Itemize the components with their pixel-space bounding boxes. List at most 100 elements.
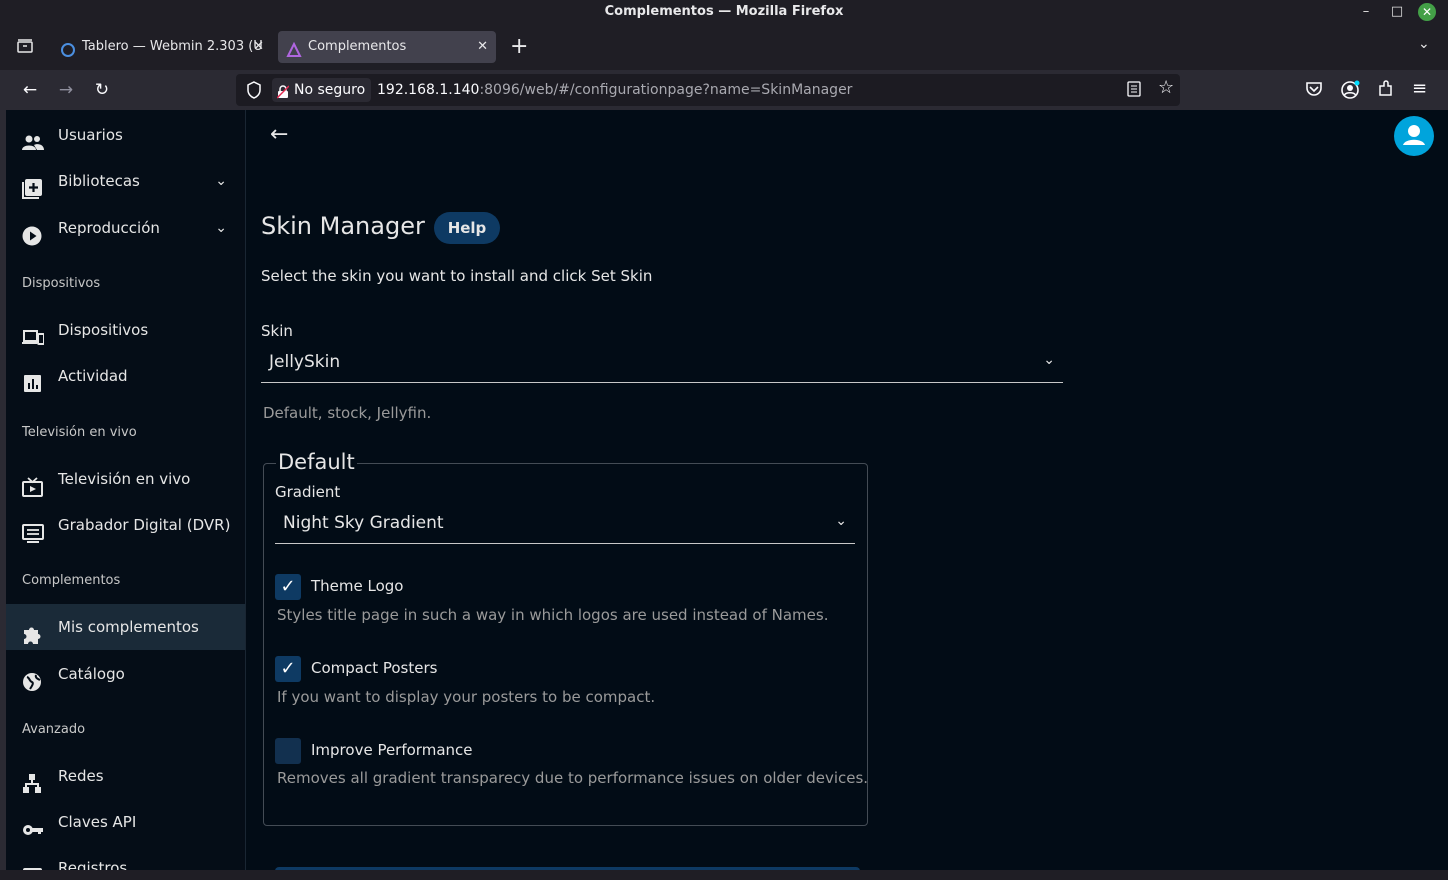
sidebar-item-label: Registros	[58, 859, 128, 870]
menu-icon[interactable]: ≡	[1412, 78, 1427, 99]
chevron-down-icon: ⌄	[1043, 352, 1055, 368]
compact-posters-checkbox[interactable]: ✓	[275, 656, 301, 682]
back-arrow-icon[interactable]: ←	[270, 122, 288, 147]
skin-select[interactable]: JellySkin ⌄	[261, 352, 1063, 383]
insecure-lock-icon	[276, 83, 290, 107]
sidebar: Usuarios Bibliotecas ⌄ Reproducción ⌄ Di…	[6, 110, 246, 870]
page-content: Usuarios Bibliotecas ⌄ Reproducción ⌄ Di…	[6, 110, 1448, 870]
tracking-shield-icon[interactable]	[246, 81, 262, 103]
window-title: Complementos — Mozilla Firefox	[0, 0, 1448, 24]
user-icon	[1403, 125, 1425, 145]
forward-icon[interactable]: →	[54, 78, 78, 102]
url-bar[interactable]: No seguro 192.168.1.140:8096/web/#/confi…	[236, 74, 1180, 106]
sidebar-item-claves-api[interactable]: Claves API	[6, 799, 245, 845]
theme-logo-description: Styles title page in such a way in which…	[277, 606, 829, 624]
sidebar-item-actividad[interactable]: Actividad	[6, 353, 245, 399]
user-avatar[interactable]	[1394, 116, 1434, 156]
tab-complementos[interactable]: Complementos ✕	[278, 31, 496, 63]
improve-performance-label: Improve Performance	[311, 741, 473, 759]
sidebar-item-label: Actividad	[58, 367, 128, 385]
security-indicator[interactable]: No seguro	[272, 78, 372, 102]
fieldset-legend: Default	[276, 450, 357, 474]
sidebar-item-label: Usuarios	[58, 126, 123, 144]
theme-logo-label: Theme Logo	[311, 577, 404, 595]
sidebar-item-mis-complementos[interactable]: Mis complementos	[6, 604, 245, 650]
window-bottom-border	[0, 870, 1448, 880]
puzzle-icon	[22, 617, 44, 644]
dvr-icon	[22, 515, 44, 543]
chevron-down-icon: ⌄	[835, 513, 847, 529]
account-icon[interactable]	[1340, 80, 1360, 104]
chevron-down-icon[interactable]: ⌄	[215, 158, 227, 204]
compact-posters-label: Compact Posters	[311, 659, 438, 677]
tab-label: Complementos	[308, 39, 407, 54]
sidebar-item-registros[interactable]: Registros	[6, 845, 245, 870]
compact-posters-description: If you want to display your posters to b…	[277, 688, 656, 706]
bookmark-star-icon[interactable]: ☆	[1158, 77, 1174, 98]
close-window-icon[interactable]: ✕	[1418, 3, 1436, 21]
help-button[interactable]: Help	[434, 212, 500, 244]
tab-bar: Tablero — Webmin 2.303 (U ✕ Complementos…	[0, 24, 1448, 70]
sidebar-item-usuarios[interactable]: Usuarios	[6, 112, 245, 158]
key-icon	[22, 812, 44, 835]
logs-icon	[22, 858, 44, 870]
close-tab-icon[interactable]: ✕	[477, 31, 488, 63]
improve-performance-checkbox[interactable]	[275, 738, 301, 764]
jellyfin-favicon-icon	[286, 39, 302, 57]
intro-text: Select the skin you want to install and …	[261, 267, 653, 285]
gradient-label: Gradient	[275, 483, 341, 501]
tab-manager-icon[interactable]	[16, 38, 34, 54]
sidebar-item-dispositivos[interactable]: Dispositivos	[6, 307, 245, 353]
gradient-select-value: Night Sky Gradient	[283, 513, 444, 533]
sidebar-section-heading: Avanzado	[22, 722, 86, 737]
activity-chart-icon	[22, 366, 44, 392]
sidebar-section-heading: Televisión en vivo	[22, 425, 137, 440]
theme-logo-checkbox[interactable]: ✓	[275, 574, 301, 600]
sidebar-item-label: Redes	[58, 767, 104, 785]
live-tv-icon	[22, 469, 44, 497]
url-path: :8096/web/#/configurationpage?name=SkinM…	[479, 82, 853, 98]
sidebar-item-reproduccion[interactable]: Reproducción ⌄	[6, 205, 245, 251]
extensions-icon[interactable]	[1376, 80, 1394, 102]
back-icon[interactable]: ←	[18, 78, 42, 102]
sidebar-section-heading: Complementos	[22, 573, 121, 588]
sidebar-item-catalogo[interactable]: Catálogo	[6, 651, 245, 697]
sidebar-item-bibliotecas[interactable]: Bibliotecas ⌄	[6, 158, 245, 204]
chevron-down-icon[interactable]: ⌄	[215, 205, 227, 251]
skin-label: Skin	[261, 322, 293, 340]
reload-icon[interactable]: ↻	[90, 78, 114, 102]
sidebar-item-television-en-vivo[interactable]: Televisión en vivo	[6, 456, 245, 502]
maximize-icon[interactable]: □	[1386, 0, 1408, 24]
url-host: 192.168.1.140	[377, 82, 480, 98]
minimize-icon[interactable]: –	[1355, 0, 1377, 24]
sidebar-item-label: Claves API	[58, 813, 137, 831]
gradient-select[interactable]: Night Sky Gradient ⌄	[275, 513, 855, 544]
reader-view-icon[interactable]	[1127, 80, 1141, 102]
navigation-toolbar: ← → ↻ No seguro 192.168.1.140:8096/web/#…	[6, 70, 1448, 110]
sidebar-item-redes[interactable]: Redes	[6, 753, 245, 799]
skin-select-value: JellySkin	[269, 352, 341, 372]
sidebar-item-label: Dispositivos	[58, 321, 149, 339]
library-add-icon	[22, 171, 44, 199]
pocket-icon[interactable]	[1305, 80, 1323, 102]
url-text[interactable]: 192.168.1.140:8096/web/#/configurationpa…	[377, 74, 852, 106]
globe-icon	[22, 664, 44, 691]
new-tab-icon[interactable]: +	[510, 34, 528, 59]
users-icon	[22, 125, 44, 150]
devices-icon	[22, 320, 45, 345]
tab-label: Tablero — Webmin 2.303 (U	[82, 39, 263, 54]
sidebar-section-heading: Dispositivos	[22, 276, 101, 291]
improve-performance-description: Removes all gradient transparecy due to …	[277, 769, 869, 787]
sidebar-item-label: Mis complementos	[58, 618, 199, 636]
tab-webmin[interactable]: Tablero — Webmin 2.303 (U ✕	[52, 31, 272, 63]
webmin-favicon-icon	[60, 39, 76, 57]
page-title: Skin Manager	[261, 212, 425, 240]
sidebar-item-grabador-dvr[interactable]: Grabador Digital (DVR)	[6, 502, 245, 548]
security-label: No seguro	[294, 82, 366, 98]
close-tab-icon[interactable]: ✕	[253, 31, 264, 63]
play-circle-icon	[22, 218, 44, 246]
sidebar-item-label: Bibliotecas	[58, 172, 140, 190]
network-icon	[22, 766, 44, 793]
list-tabs-icon[interactable]: ⌄	[1418, 36, 1430, 52]
main-panel: ← Skin Manager Help Select the skin you …	[246, 110, 1448, 870]
